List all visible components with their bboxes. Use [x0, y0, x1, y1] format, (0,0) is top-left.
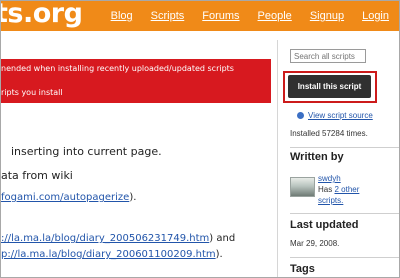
search-input[interactable]: [290, 49, 366, 63]
written-by-heading: Written by: [290, 151, 344, 163]
nav-blog[interactable]: Blog: [111, 10, 133, 22]
line-3-tail: ).: [129, 192, 137, 203]
view-source-label[interactable]: View script source: [308, 111, 373, 120]
has-label: Has: [318, 185, 333, 194]
nav-forums[interactable]: Forums: [202, 10, 239, 22]
last-updated-heading: Last updated: [290, 219, 359, 231]
description-line-1: inserting into current page.: [11, 145, 162, 158]
description-line-3: fogami.com/autopagerize).: [1, 185, 136, 204]
top-nav: Blog Scripts Forums People Signup Login: [111, 10, 389, 22]
site-header: ts.org Blog Scripts Forums People Signup…: [1, 1, 399, 31]
site-logo[interactable]: ts.org: [1, 1, 83, 29]
author-avatar[interactable]: [290, 177, 315, 197]
arrow-bullet-icon: [297, 112, 304, 119]
nav-scripts[interactable]: Scripts: [151, 10, 185, 22]
sidebar-divider: [277, 40, 278, 277]
divider: [290, 257, 399, 258]
divider: [290, 213, 399, 214]
banner-line-2: ripts you install: [1, 88, 63, 97]
install-script-button[interactable]: Install this script: [288, 75, 371, 98]
nav-people[interactable]: People: [258, 10, 292, 22]
autopagerize-link[interactable]: fogami.com/autopagerize: [1, 192, 129, 203]
view-source-link[interactable]: View script source: [297, 111, 373, 120]
install-count: Installed 57284 times.: [290, 129, 368, 138]
other-scripts-text: Has 2 other: [318, 185, 359, 194]
warning-banner: nended when installing recently uploaded…: [1, 59, 271, 103]
other-scripts-link[interactable]: 2 other: [334, 185, 359, 194]
divider: [290, 147, 399, 148]
tags-heading: Tags: [290, 263, 315, 275]
nav-login[interactable]: Login: [362, 10, 389, 22]
description-line-2: ata from wiki: [1, 169, 73, 182]
scripts-word-link[interactable]: scripts.: [318, 196, 343, 205]
last-updated-date: Mar 29, 2008.: [290, 239, 340, 248]
diary-link-2[interactable]: p://la.ma.la/blog/diary_200601100209.htm: [1, 249, 216, 260]
nav-signup[interactable]: Signup: [310, 10, 344, 22]
reference-line-2: p://la.ma.la/blog/diary_200601100209.htm…: [1, 242, 223, 261]
reference-line-2-tail: ).: [215, 249, 223, 260]
browser-page: ts.org Blog Scripts Forums People Signup…: [0, 0, 400, 278]
banner-line-1: nended when installing recently uploaded…: [1, 64, 234, 73]
author-link[interactable]: swdyh: [318, 174, 341, 183]
